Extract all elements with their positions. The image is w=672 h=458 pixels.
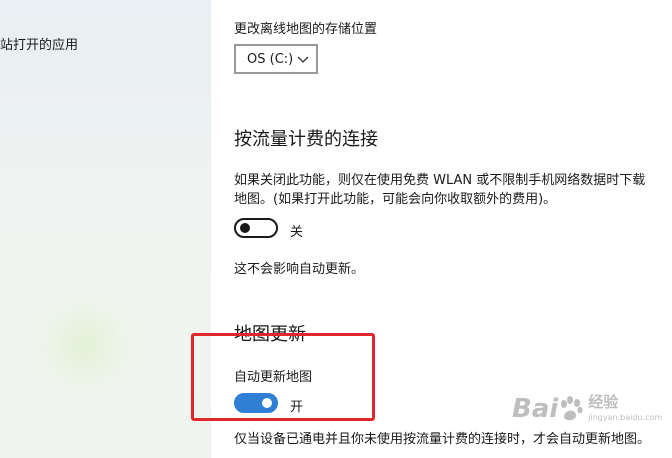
metered-description-line2: 地图。(如果打开此功能，可能会向你收取额外的费用)。: [234, 192, 557, 207]
storage-location-dropdown[interactable]: OS (C:): [234, 44, 318, 74]
sidebar-item-apps-for-websites[interactable]: 站打开的应用: [0, 34, 78, 53]
metered-toggle-state: 关: [290, 225, 304, 240]
watermark-brand-right: 经验: [588, 393, 619, 411]
auto-update-note: 这不会影响自动更新。: [234, 262, 365, 277]
sidebar: 站打开的应用: [0, 0, 211, 458]
baidu-jingyan-watermark: Bai 经验 jingyan.baidu.com: [512, 394, 662, 425]
storage-location-label: 更改离线地图的存储位置: [234, 22, 378, 37]
watermark-brand-left: Bai: [512, 394, 559, 424]
sidebar-background-glow: [30, 290, 140, 400]
watermark-side: 经验 jingyan.baidu.com: [588, 394, 662, 424]
metered-connection-heading: 按流量计费的连接: [234, 129, 378, 150]
metered-connection-toggle[interactable]: [234, 218, 278, 238]
watermark-url: jingyan.baidu.com: [588, 413, 663, 422]
highlight-annotation-box: [191, 333, 375, 421]
metered-description-line1: 如果关闭此功能，则仅在使用免费 WLAN 或不限制手机网络数据时下载: [234, 173, 646, 188]
auto-update-footer-text: 仅当设备已通电并且你未使用按流量计费的连接时，才会自动更新地图。: [234, 432, 651, 447]
paw-icon: [561, 396, 583, 421]
toggle-knob: [240, 223, 250, 233]
storage-location-value: OS (C:): [247, 52, 294, 67]
chevron-down-icon: [297, 56, 309, 63]
